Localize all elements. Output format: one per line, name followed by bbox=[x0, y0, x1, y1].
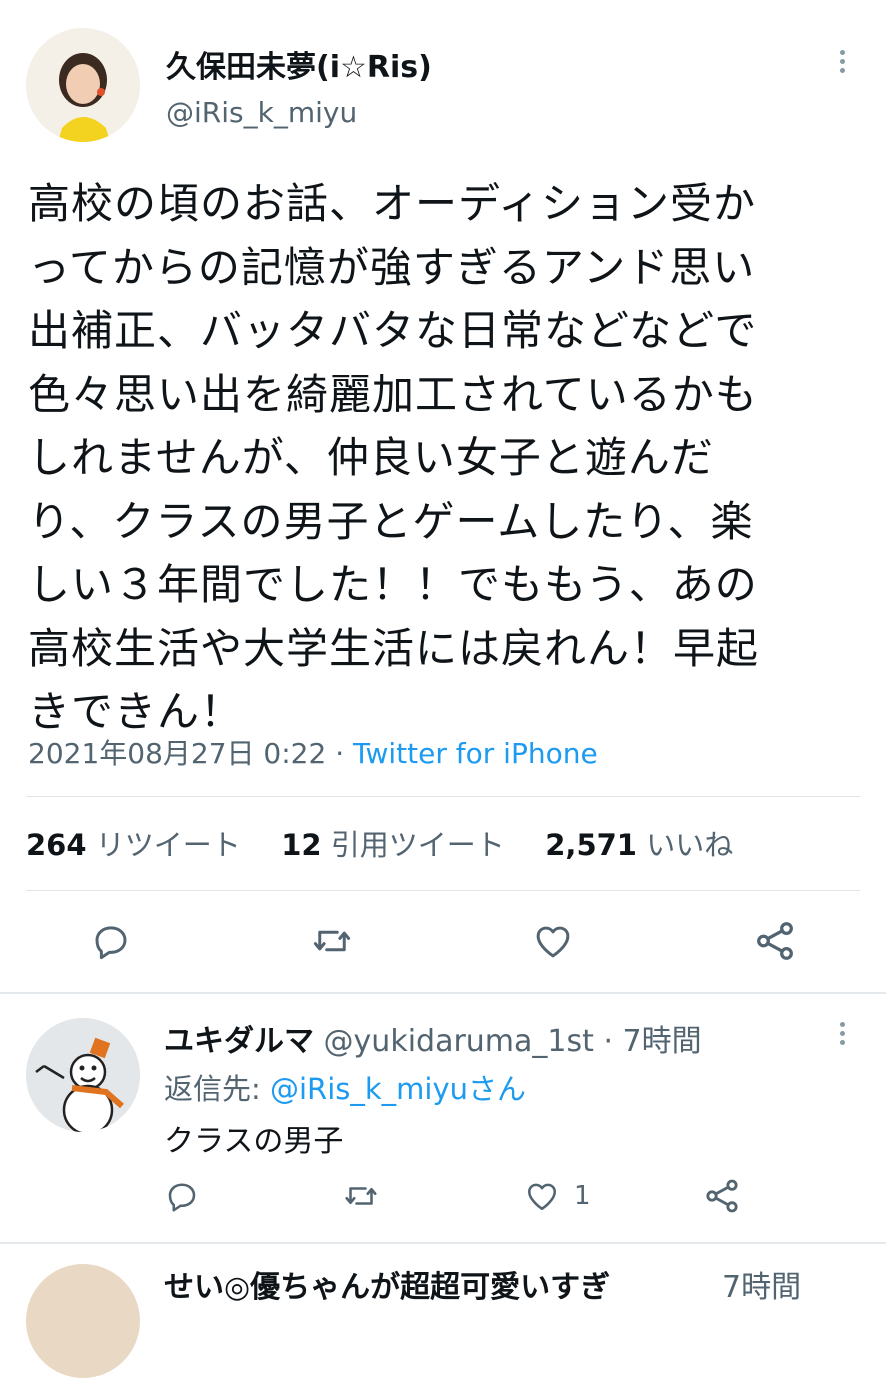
reply-author-name[interactable]: ユキダルマ bbox=[164, 1024, 314, 1059]
tweet-text-line: しれませんが、仲良い女子と遊んだ bbox=[28, 433, 714, 482]
share-icon[interactable] bbox=[752, 918, 798, 964]
likes-count: 2,571 bbox=[545, 828, 637, 862]
reply-to-handle[interactable]: @iRis_k_miyuさん bbox=[270, 1072, 526, 1106]
reply-retweet-icon[interactable] bbox=[342, 1178, 380, 1214]
reply-to-line: 返信先: @iRis_k_miyuさん bbox=[164, 1066, 526, 1108]
author-name[interactable]: 久保田未夢(i☆Ris) bbox=[166, 42, 432, 86]
next-reply-time[interactable]: 7時間 bbox=[722, 1262, 801, 1306]
quotes-label: 引用ツイート bbox=[330, 828, 505, 862]
reply-more-icon[interactable] bbox=[840, 1022, 846, 1049]
author-avatar[interactable] bbox=[26, 28, 140, 142]
retweets-label: リツイート bbox=[95, 828, 241, 862]
next-reply-avatar[interactable] bbox=[26, 1264, 140, 1378]
reply-text: クラスの男子 bbox=[164, 1124, 344, 1159]
section-divider bbox=[0, 992, 886, 994]
reply-author-handle[interactable]: @yukidaruma_1st bbox=[324, 1024, 594, 1059]
author-handle[interactable]: @iRis_k_miyu bbox=[166, 96, 357, 129]
reply-avatar[interactable] bbox=[26, 1018, 140, 1132]
reply-like-icon bbox=[524, 1178, 560, 1214]
snowman-avatar-image bbox=[26, 1018, 140, 1132]
reply-reply-icon[interactable] bbox=[164, 1178, 200, 1214]
quotes-count: 12 bbox=[281, 828, 322, 862]
tweet-source-link[interactable]: Twitter for iPhone bbox=[353, 737, 598, 770]
tweet-stats: 264 リツイート 12 引用ツイート 2,571 いいね bbox=[26, 822, 733, 864]
section-divider bbox=[0, 1242, 886, 1244]
divider bbox=[26, 796, 860, 797]
tweet-text-line: ってからの記憶が強すぎるアンド思い bbox=[28, 242, 756, 292]
tweet-text-line: しい３年間でした！！でももう、あの bbox=[28, 560, 758, 609]
tweet-text: 高校の頃のお話、オーディション受か ってからの記憶が強すぎるアンド思い 出補正、… bbox=[28, 172, 868, 744]
like-icon[interactable] bbox=[532, 920, 574, 962]
reply-like-button[interactable]: 1 bbox=[524, 1178, 591, 1214]
reply-separator: · bbox=[603, 1024, 613, 1059]
reply-like-count: 1 bbox=[574, 1181, 591, 1211]
quotes-stat[interactable]: 12 引用ツイート bbox=[281, 828, 514, 862]
reply-icon[interactable] bbox=[90, 920, 132, 962]
tweet-text-line: り、クラスの男子とゲームしたり、楽 bbox=[28, 496, 754, 546]
retweets-count: 264 bbox=[26, 828, 87, 862]
meta-separator: · bbox=[335, 737, 345, 770]
reply-share-icon[interactable] bbox=[702, 1176, 742, 1216]
more-icon[interactable] bbox=[840, 50, 846, 77]
next-reply-author-name[interactable]: せい◎優ちゃんが超超可愛いすぎ bbox=[164, 1270, 610, 1305]
author-avatar-image bbox=[26, 28, 140, 142]
likes-stat[interactable]: 2,571 いいね bbox=[545, 828, 733, 862]
retweets-stat[interactable]: 264 リツイート bbox=[26, 828, 250, 862]
likes-label: いいね bbox=[646, 828, 734, 862]
tweet-text-line: 出補正、バッタバタな日常などなどで bbox=[28, 306, 758, 355]
tweet-text-line: 高校生活や大学生活には戻れん！早起 bbox=[28, 623, 760, 673]
reply-time[interactable]: 7時間 bbox=[623, 1024, 702, 1059]
tweet-text-line: 色々思い出を綺麗加工されているかも bbox=[28, 369, 758, 419]
reply-to-prefix: 返信先: bbox=[164, 1072, 261, 1106]
next-reply-header: せい◎優ちゃんが超超可愛いすぎ bbox=[164, 1262, 610, 1306]
divider bbox=[26, 890, 860, 891]
reply-header: ユキダルマ @yukidaruma_1st · 7時間 bbox=[164, 1016, 702, 1060]
tweet-text-line: 高校の頃のお話、オーディション受か bbox=[28, 179, 757, 228]
retweet-icon[interactable] bbox=[310, 920, 354, 962]
tweet-timestamp[interactable]: 2021年08月27日 0:22 bbox=[28, 737, 326, 770]
tweet-meta: 2021年08月27日 0:22 · Twitter for iPhone bbox=[28, 732, 598, 772]
